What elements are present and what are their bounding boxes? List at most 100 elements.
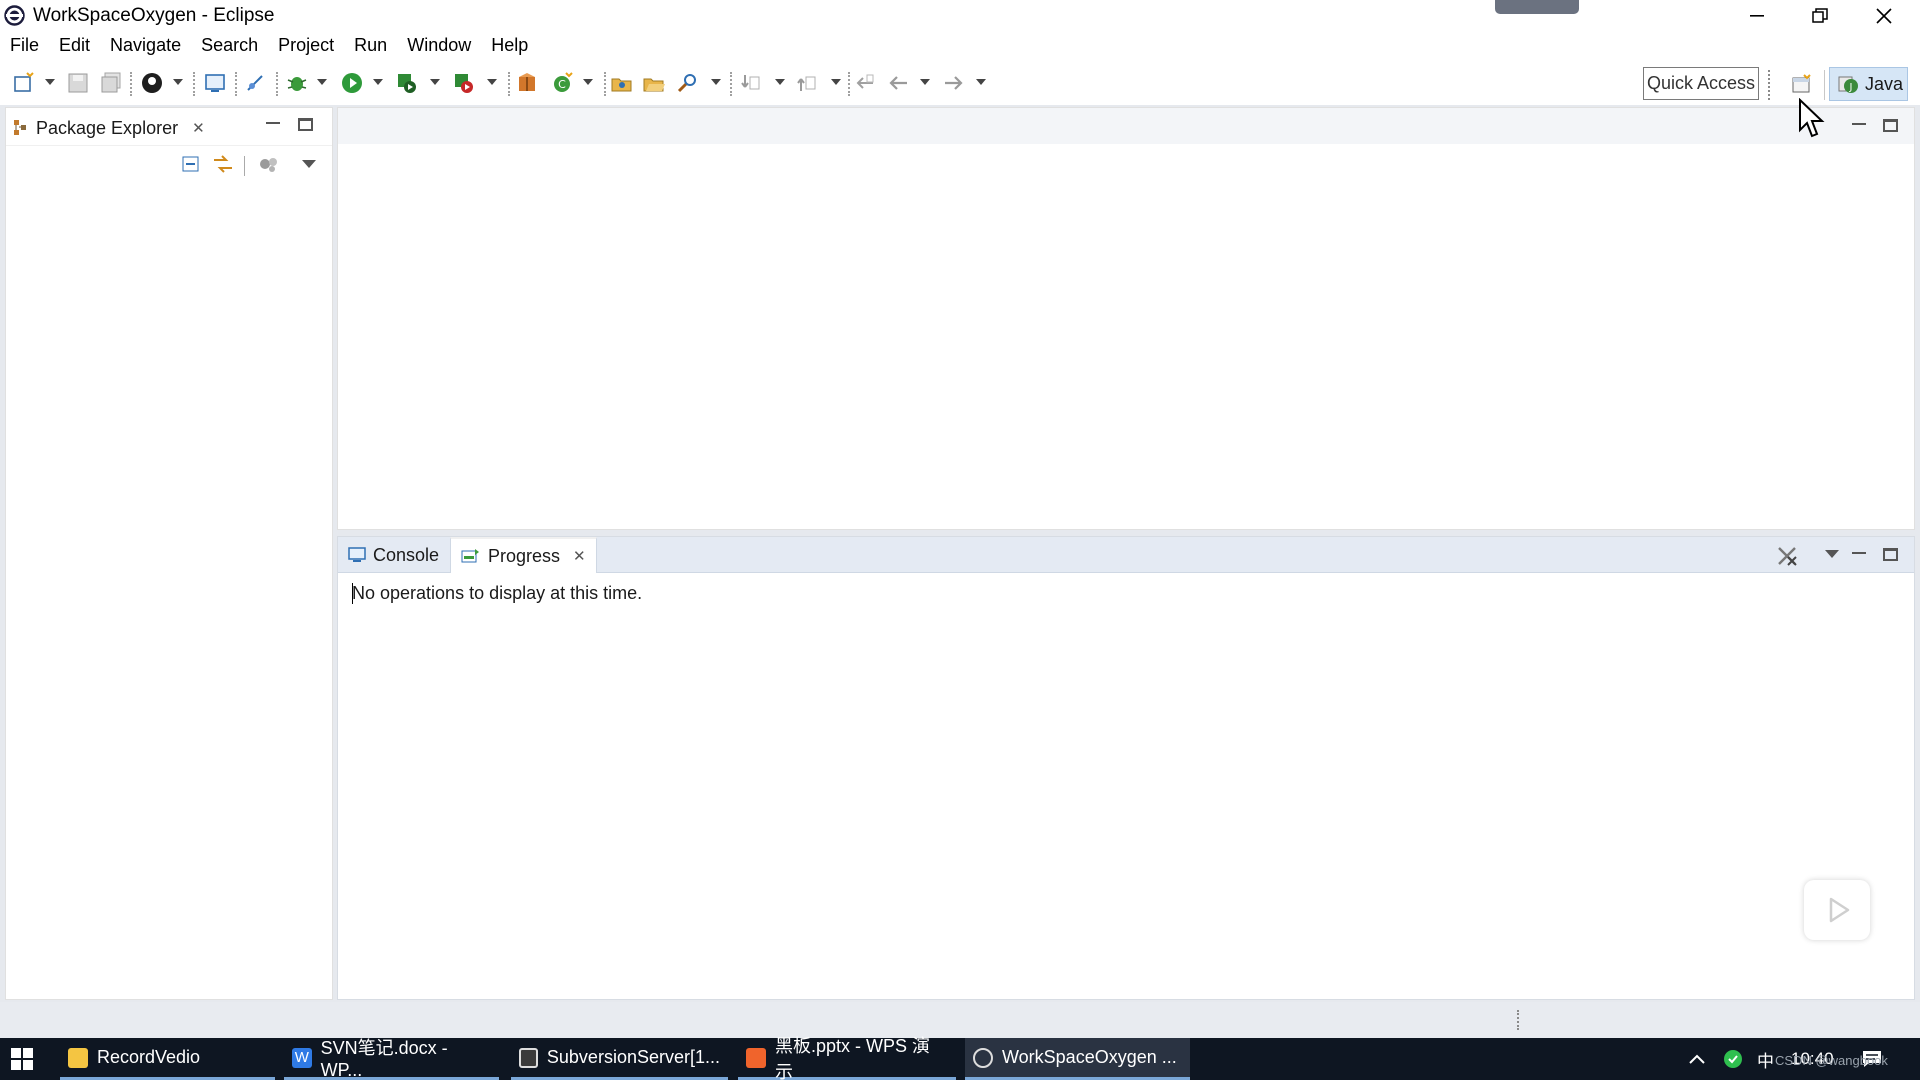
java-perspective-button[interactable]: J Java [1829, 67, 1908, 101]
view-menu-icon[interactable] [302, 160, 316, 168]
back-dropdown-arrow[interactable] [920, 79, 930, 85]
capture-toolbar-grip[interactable] [1495, 0, 1579, 14]
new-icon[interactable] [12, 71, 36, 95]
taskbar-item-eclipse[interactable]: WorkSpaceOxygen ... [965, 1038, 1190, 1080]
coverage-dropdown-arrow[interactable] [430, 79, 440, 85]
forward-dropdown-arrow[interactable] [976, 79, 986, 85]
os-taskbar: RecordVedio W SVN笔记.docx - WP... Subvers… [0, 1036, 1920, 1080]
windows-start-icon[interactable] [10, 1047, 34, 1071]
main-toolbar: C [0, 63, 1920, 103]
new-java-class-icon[interactable]: C [550, 71, 574, 95]
package-explorer-title: Package Explorer [36, 117, 179, 138]
debug-icon[interactable] [285, 71, 309, 95]
close-view-icon[interactable]: ✕ [192, 119, 205, 137]
terminal-icon[interactable] [203, 71, 227, 95]
minimize-view-icon[interactable] [266, 122, 280, 124]
open-perspective-button[interactable] [1787, 69, 1817, 99]
next-annotation-dropdown-arrow[interactable] [775, 79, 785, 85]
minimize-view-icon[interactable] [1852, 552, 1866, 554]
last-edit-location-icon[interactable] [853, 71, 877, 95]
menu-window[interactable]: Window [397, 35, 481, 56]
taskbar-item-svn-notes[interactable]: W SVN笔记.docx - WP... [284, 1038, 499, 1080]
tray-network-status[interactable] [1722, 1038, 1744, 1080]
collapse-all-icon[interactable] [181, 154, 201, 179]
status-bar-separator [1517, 1010, 1519, 1030]
menu-bar: File Edit Navigate Search Project Run Wi… [0, 31, 1920, 60]
profile-icon[interactable] [140, 71, 164, 95]
minimize-button[interactable] [1727, 0, 1787, 31]
bottom-view-stack: Console Progress ✕ No operations to disp… [337, 536, 1915, 1000]
svg-text:J: J [1849, 82, 1853, 93]
wps-presentation-icon [746, 1047, 766, 1068]
menu-project[interactable]: Project [268, 35, 344, 56]
focus-on-active-task-icon[interactable] [258, 154, 280, 179]
close-window-button[interactable] [1854, 0, 1914, 31]
restore-button[interactable] [1790, 0, 1850, 31]
skip-breakpoints-icon[interactable] [243, 71, 267, 95]
minimize-editor-icon[interactable] [1852, 123, 1866, 125]
open-type-icon[interactable] [610, 71, 634, 95]
quick-access-input[interactable]: Quick Access [1643, 67, 1759, 100]
remove-all-finished-icon[interactable] [1776, 545, 1798, 572]
previous-annotation-dropdown-arrow[interactable] [831, 79, 841, 85]
external-tools-icon[interactable] [452, 71, 476, 95]
toolbar-separator [730, 72, 732, 96]
menu-navigate[interactable]: Navigate [100, 35, 191, 56]
java-perspective-label: Java [1865, 73, 1904, 94]
toolbar-separator [235, 72, 237, 96]
tab-progress[interactable]: Progress ✕ [450, 537, 597, 573]
taskbar-item-blackboard-pptx[interactable]: 黑板.pptx - WPS 演示 [738, 1036, 956, 1080]
forward-arrow-icon[interactable] [942, 71, 966, 95]
console-icon [348, 547, 366, 562]
java-perspective-icon: J [1838, 76, 1858, 93]
next-annotation-icon[interactable] [739, 71, 763, 95]
tray-overflow-chevron[interactable] [1688, 1038, 1706, 1080]
wps-writer-icon: W [292, 1047, 312, 1068]
toolbar-separator [848, 72, 850, 96]
run-icon[interactable] [340, 71, 364, 95]
toolbar-separator [1768, 70, 1770, 100]
external-tools-dropdown-arrow[interactable] [487, 79, 497, 85]
maximize-view-icon[interactable] [1883, 548, 1898, 561]
link-with-editor-icon[interactable] [212, 154, 234, 179]
tab-console[interactable]: Console [338, 537, 449, 573]
save-all-icon[interactable] [99, 71, 123, 95]
package-explorer-tab[interactable]: Package Explorer ✕ [12, 113, 205, 143]
progress-empty-message: No operations to display at this time. [352, 583, 643, 603]
search-icon[interactable] [675, 71, 699, 95]
view-menu-icon[interactable] [1825, 550, 1839, 558]
profile-dropdown-arrow[interactable] [173, 79, 183, 85]
menu-help[interactable]: Help [481, 35, 538, 56]
new-class-dropdown-arrow[interactable] [583, 79, 593, 85]
video-play-overlay-button[interactable] [1804, 880, 1870, 940]
maximize-view-icon[interactable] [298, 118, 313, 131]
toolbar-separator [193, 72, 195, 96]
search-dropdown-arrow[interactable] [711, 79, 721, 85]
taskbar-item-recordvedio[interactable]: RecordVedio [60, 1038, 275, 1080]
view-toolbar-separator [244, 156, 245, 176]
svg-text:C: C [558, 78, 566, 91]
toolbar-separator [130, 72, 132, 96]
coverage-icon[interactable] [395, 71, 419, 95]
maximize-editor-icon[interactable] [1883, 119, 1898, 132]
green-shield-icon [1724, 1050, 1742, 1068]
save-icon[interactable] [66, 71, 90, 95]
ime-indicator[interactable]: 中 [1757, 1038, 1774, 1080]
open-folder-icon[interactable] [642, 71, 666, 95]
close-progress-tab-icon[interactable]: ✕ [573, 547, 586, 565]
taskbar-item-subversion-server[interactable]: SubversionServer[1... [511, 1038, 728, 1080]
package-explorer-view: Package Explorer ✕ [5, 107, 333, 1000]
run-dropdown-arrow[interactable] [373, 79, 383, 85]
menu-file[interactable]: File [0, 35, 49, 56]
debug-dropdown-arrow[interactable] [317, 79, 327, 85]
back-arrow-icon[interactable] [886, 71, 910, 95]
progress-icon [461, 549, 479, 563]
menu-run[interactable]: Run [344, 35, 397, 56]
server-app-icon [519, 1047, 538, 1068]
new-dropdown-arrow[interactable] [45, 79, 55, 85]
menu-search[interactable]: Search [191, 35, 268, 56]
editor-area [337, 107, 1915, 530]
previous-annotation-icon[interactable] [795, 71, 819, 95]
new-java-package-icon[interactable] [515, 71, 539, 95]
menu-edit[interactable]: Edit [49, 35, 100, 56]
